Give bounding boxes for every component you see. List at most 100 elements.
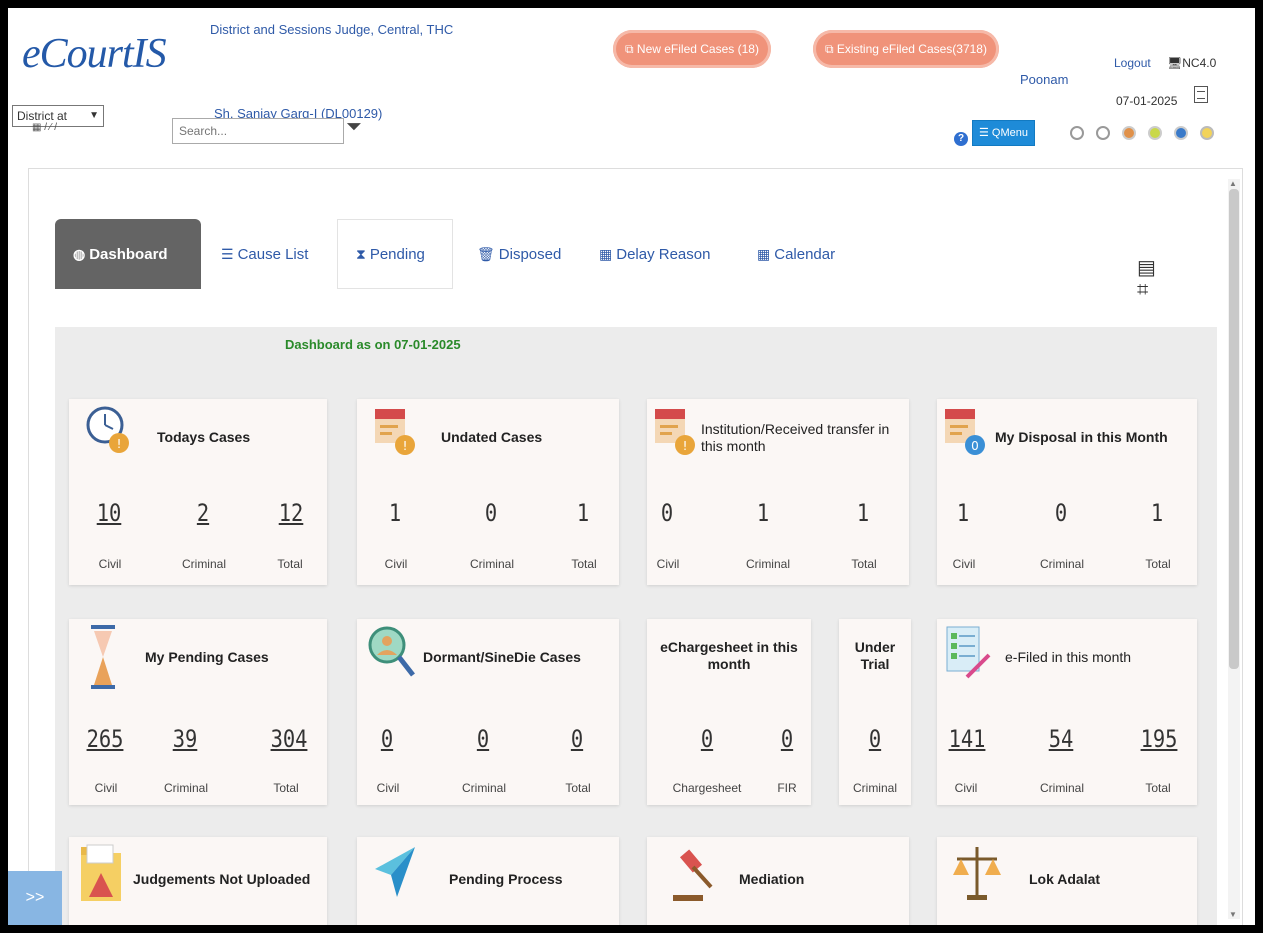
trash-icon: 🗑 xyxy=(477,245,495,262)
criminal-count[interactable]: 0 xyxy=(458,725,509,753)
theme-dot-5[interactable] xyxy=(1174,126,1188,140)
civil-count[interactable]: 1 xyxy=(938,499,989,527)
tab-cause-list[interactable]: ☰ Cause List xyxy=(203,219,326,289)
theme-dot-2[interactable] xyxy=(1096,126,1110,140)
quick-menu-button[interactable]: ☰ QMenu xyxy=(972,120,1035,146)
theme-dot-6[interactable] xyxy=(1200,126,1214,140)
document-icon[interactable] xyxy=(1194,86,1208,103)
tab-cause-list-label: Cause List xyxy=(237,245,309,263)
criminal-count[interactable]: 0 xyxy=(466,499,517,527)
dashboard-title: Dashboard as on 07-01-2025 xyxy=(285,337,461,352)
calendar-icon: 0 xyxy=(945,409,985,455)
criminal-count[interactable]: 0 xyxy=(850,725,901,753)
tab-dashboard[interactable]: ◍ Dashboard xyxy=(55,219,201,289)
court-name: District and Sessions Judge, Central, TH… xyxy=(210,22,454,37)
card-mediation[interactable]: Mediation xyxy=(647,837,909,925)
criminal-count[interactable]: 2 xyxy=(178,499,229,527)
card-under-trial[interactable]: Under Trial 0 Criminal xyxy=(839,619,911,805)
help-icon[interactable]: ? xyxy=(954,132,968,146)
card-my-pending-cases[interactable]: My Pending Cases 265 39 304 Civil Crimin… xyxy=(69,619,327,805)
total-count[interactable]: 1 xyxy=(1132,499,1183,527)
criminal-count[interactable]: 1 xyxy=(738,499,789,527)
criminal-count[interactable]: 0 xyxy=(1036,499,1087,527)
search-input[interactable] xyxy=(172,118,344,144)
dashboard-area: Dashboard as on 07-01-2025 ! Todays Case… xyxy=(55,327,1217,925)
card-pending-process[interactable]: Pending Process xyxy=(357,837,619,925)
tab-calendar[interactable]: ▦ Calendar xyxy=(739,219,853,289)
total-count[interactable]: 1 xyxy=(558,499,609,527)
total-label: Total xyxy=(273,781,299,795)
district-select[interactable]: District at ▼ xyxy=(12,105,104,127)
filter-icon[interactable]: ⏷ xyxy=(346,116,362,139)
existing-efiled-label: Existing eFiled Cases(3718) xyxy=(836,42,987,56)
chargesheet-count[interactable]: 0 xyxy=(682,725,733,753)
card-undated-cases[interactable]: ! Undated Cases 1 0 1 Civil Criminal Tot… xyxy=(357,399,619,585)
version-label: 🖥NC4.0 xyxy=(1167,56,1216,70)
tab-disposed-label: Disposed xyxy=(498,245,562,263)
card-efiled[interactable]: e-Filed in this month 141 54 195 Civil C… xyxy=(937,619,1197,805)
card-judgements-not-uploaded[interactable]: Judgements Not Uploaded xyxy=(69,837,327,925)
app-window: eCourtIS District and Sessions Judge, Ce… xyxy=(8,8,1255,925)
ecourtis-logo[interactable]: eCourtIS xyxy=(22,30,167,78)
total-label: Total xyxy=(571,557,597,571)
civil-count[interactable]: 1 xyxy=(370,499,421,527)
criminal-label: Criminal xyxy=(1039,781,1084,795)
qr-code-icon[interactable]: ▤ ⌗ xyxy=(1137,257,1156,301)
theme-dot-1[interactable] xyxy=(1070,126,1084,140)
vertical-scrollbar[interactable]: ▲ ▼ xyxy=(1228,179,1240,919)
civil-count[interactable]: 0 xyxy=(642,499,693,527)
card-echargesheet[interactable]: eChargesheet in this month 0 0 Chargeshe… xyxy=(647,619,811,805)
criminal-label: Criminal xyxy=(745,557,790,571)
card-dormant-sinedie[interactable]: Dormant/SineDie Cases 0 0 0 Civil Crimin… xyxy=(357,619,619,805)
calendar-icon: ▦ xyxy=(757,245,771,262)
total-label: Total xyxy=(277,557,303,571)
tab-pending-label: Pending xyxy=(369,245,425,263)
logout-link[interactable]: Logout xyxy=(1114,56,1151,70)
folder-warning-icon xyxy=(81,844,121,901)
calendar-icon: ▦ xyxy=(599,245,613,262)
total-count[interactable]: 12 xyxy=(266,499,317,527)
current-date: 07-01-2025 xyxy=(1116,94,1178,108)
tab-delay-reason[interactable]: ▦ Delay Reason xyxy=(581,219,728,289)
scroll-up-icon[interactable]: ▲ xyxy=(1229,179,1237,188)
civil-label: Civil xyxy=(376,781,400,795)
theme-dot-3[interactable] xyxy=(1122,126,1136,140)
card-institution-received[interactable]: ! Institution/Received transfer in this … xyxy=(647,399,909,585)
criminal-count[interactable]: 39 xyxy=(160,725,211,753)
civil-label: Civil xyxy=(94,781,118,795)
card-title: Under Trial xyxy=(854,639,896,672)
civil-count[interactable]: 141 xyxy=(942,725,993,753)
total-count[interactable]: 1 xyxy=(838,499,889,527)
criminal-label: Criminal xyxy=(461,781,506,795)
civil-count[interactable]: 0 xyxy=(362,725,413,753)
district-select-value: District at xyxy=(17,109,68,123)
grid-icon[interactable]: ▦ / ⁄ / xyxy=(32,122,57,133)
civil-count[interactable]: 265 xyxy=(74,725,135,753)
total-count[interactable]: 195 xyxy=(1134,725,1185,753)
card-title: Judgements Not Uploaded xyxy=(133,871,311,887)
tab-disposed[interactable]: 🗑 Disposed xyxy=(459,219,579,289)
calendar-icon: ! xyxy=(655,409,695,455)
theme-dot-4[interactable] xyxy=(1148,126,1162,140)
new-efiled-cases-button[interactable]: ⧉ New eFiled Cases (18) xyxy=(613,30,771,68)
card-my-disposal[interactable]: 0 My Disposal in this Month 1 0 1 Civil … xyxy=(937,399,1197,585)
total-count[interactable]: 0 xyxy=(552,725,603,753)
chevron-down-icon: ▼ xyxy=(89,110,99,121)
total-count[interactable]: 304 xyxy=(258,725,319,753)
civil-label: Civil xyxy=(384,557,408,571)
fir-count[interactable]: 0 xyxy=(762,725,813,753)
scrollbar-thumb[interactable] xyxy=(1229,189,1239,669)
expand-sidebar-button[interactable]: >> xyxy=(8,871,62,925)
card-todays-cases[interactable]: ! Todays Cases 10 2 12 Civil Criminal To… xyxy=(69,399,327,585)
scroll-down-icon[interactable]: ▼ xyxy=(1229,910,1237,919)
civil-count[interactable]: 10 xyxy=(84,499,135,527)
checklist-icon xyxy=(946,626,991,679)
svg-text:!: ! xyxy=(403,439,408,453)
card-lok-adalat[interactable]: Lok Adalat xyxy=(937,837,1197,925)
fir-label: FIR xyxy=(777,781,797,795)
tab-pending[interactable]: ⧗ Pending xyxy=(337,219,453,289)
svg-text:!: ! xyxy=(683,439,688,453)
version-icon: 🖥 xyxy=(1167,56,1183,70)
criminal-count[interactable]: 54 xyxy=(1036,725,1087,753)
existing-efiled-cases-button[interactable]: ⧉ Existing eFiled Cases(3718) xyxy=(813,30,999,68)
